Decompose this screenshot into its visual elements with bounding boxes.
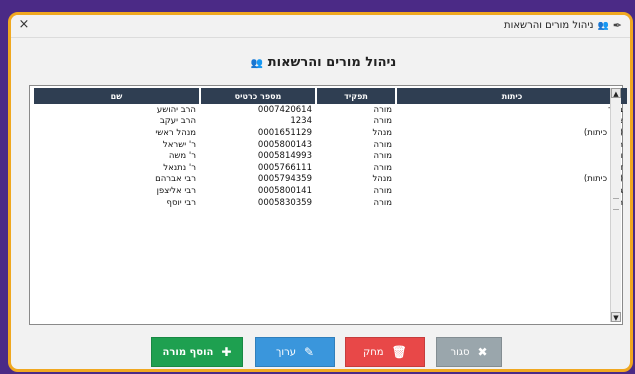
cell-card-number: 0005794359 bbox=[257, 174, 312, 185]
table-row[interactable]: ז מורה 0005766111 ר' נתנאל bbox=[33, 162, 627, 174]
column-header-role[interactable]: תפקיד bbox=[315, 88, 396, 104]
edit-button[interactable]: ערוך ✎ bbox=[255, 337, 335, 367]
table-header-row: כיתות תפקיד מספר כרטיס שם bbox=[32, 88, 627, 104]
delete-button-label: מחק bbox=[363, 346, 384, 358]
trash-icon: 🗑 bbox=[391, 345, 407, 359]
cell-name: ר' ישראל bbox=[162, 139, 196, 150]
cell-name: רבי אליצפן bbox=[156, 185, 196, 196]
title-bar: × ✒ 👥 ניהול מורים והרשאות bbox=[11, 15, 630, 38]
vertical-scrollbar[interactable]: ▲ ▼ bbox=[610, 88, 621, 322]
teacher-management-window: × ✒ 👥 ניהול מורים והרשאות ניהול מורים וה… bbox=[8, 12, 633, 372]
cell-name: ר' נתנאל bbox=[163, 162, 196, 173]
window-title: ניהול מורים והרשאות bbox=[504, 20, 594, 31]
cell-card-number: 0001651129 bbox=[257, 127, 312, 138]
cell-classes: ו bbox=[620, 151, 623, 162]
x-icon: ✖ bbox=[477, 345, 488, 359]
cell-role: מנהל bbox=[372, 174, 392, 185]
cell-classes: ג bbox=[619, 185, 623, 196]
cell-card-number: 0005800143 bbox=[257, 139, 312, 150]
edit-button-label: ערוך bbox=[275, 346, 296, 358]
window-title-group: ✒ 👥 ניהול מורים והרשאות bbox=[504, 19, 622, 32]
cell-role: מורה bbox=[373, 185, 392, 196]
table-row[interactable]: ג מורה 0005800141 רבי אליצפן bbox=[33, 185, 627, 197]
add-teacher-button[interactable]: הוסף מורה ✚ bbox=[151, 337, 243, 367]
cell-name: הרב יהושע bbox=[156, 104, 196, 115]
cell-card-number: 0005814993 bbox=[257, 151, 312, 162]
cell-role: מורה bbox=[373, 162, 392, 173]
table-row[interactable]: א מורה 1234 הרב יעקב bbox=[33, 116, 627, 128]
plus-icon: ✚ bbox=[221, 345, 232, 359]
column-header-card-number[interactable]: מספר כרטיס bbox=[199, 88, 316, 104]
people-icon: 👥 bbox=[597, 20, 609, 31]
teachers-table-frame: כיתות תפקיד מספר כרטיס שם ב, ד מורה 000742… bbox=[29, 85, 627, 325]
table-row[interactable]: ה מורה 0005800143 ר' ישראל bbox=[33, 139, 627, 151]
cell-classes: א bbox=[396, 116, 627, 128]
cell-card-number: 1234 bbox=[290, 116, 312, 127]
cell-name: רבי אברהם bbox=[155, 174, 196, 185]
table-row[interactable]: (אין כיתות) מנהל 0005794359 רבי אברהם bbox=[33, 174, 627, 186]
cell-role: מורה bbox=[373, 104, 392, 115]
delete-button[interactable]: מחק 🗑 bbox=[345, 337, 425, 367]
cell-card-number: 0005766111 bbox=[257, 162, 312, 173]
table-row[interactable]: ו מורה 0005814993 ר' משה bbox=[33, 150, 627, 162]
cell-classes: ז bbox=[620, 162, 623, 173]
feather-icon: ✒ bbox=[612, 19, 622, 32]
cell-classes: ה bbox=[396, 139, 627, 151]
scroll-down-arrow-icon[interactable]: ▼ bbox=[611, 312, 621, 322]
cell-card-number: 0005830359 bbox=[257, 197, 312, 208]
add-teacher-button-label: הוסף מורה bbox=[162, 346, 214, 358]
table-row[interactable]: ח מורה 0005830359 רבי יוסף bbox=[33, 197, 627, 209]
window-close-button[interactable]: × bbox=[17, 18, 31, 32]
cell-role: מורה bbox=[373, 151, 392, 162]
cell-role: מורה bbox=[373, 197, 392, 208]
teachers-table: כיתות תפקיד מספר כרטיס שם ב, ד מורה 000742… bbox=[32, 88, 627, 208]
column-header-classes[interactable]: כיתות bbox=[395, 88, 627, 104]
cell-role: מורה bbox=[373, 116, 392, 127]
cell-name: מנהל ראשי bbox=[155, 127, 196, 138]
cell-name: ר' משה bbox=[168, 151, 196, 162]
cell-name: הרב יעקב bbox=[159, 116, 196, 127]
table-row[interactable]: (אין כיתות) מנהל 0001651129 מנהל ראשי bbox=[33, 127, 627, 139]
cell-role: מורה bbox=[373, 139, 392, 150]
scroll-up-arrow-icon[interactable]: ▲ bbox=[611, 88, 621, 98]
cell-classes: (אין כיתות) bbox=[583, 127, 623, 138]
cell-name: רבי יוסף bbox=[166, 197, 196, 208]
cell-classes: (אין כיתות) bbox=[583, 174, 623, 185]
pencil-icon: ✎ bbox=[303, 345, 315, 359]
people-icon: 👥 bbox=[250, 58, 264, 69]
cell-card-number: 0005800141 bbox=[257, 185, 312, 196]
page-title-row: ניהול מורים והרשאות 👥 bbox=[11, 55, 630, 70]
cell-classes: ב, ד bbox=[396, 104, 627, 116]
close-button-label: סגור bbox=[450, 346, 470, 358]
page-title: ניהול מורים והרשאות bbox=[267, 55, 397, 70]
close-button[interactable]: סגור ✖ bbox=[436, 337, 502, 367]
scroll-grip[interactable] bbox=[613, 198, 619, 210]
table-row[interactable]: ב, ד מורה 0007420614 הרב יהושע bbox=[33, 104, 627, 116]
column-header-name[interactable]: שם bbox=[32, 88, 200, 104]
cell-classes: ח bbox=[396, 197, 627, 209]
cell-role: מנהל bbox=[372, 127, 392, 138]
cell-card-number: 0007420614 bbox=[257, 104, 312, 115]
